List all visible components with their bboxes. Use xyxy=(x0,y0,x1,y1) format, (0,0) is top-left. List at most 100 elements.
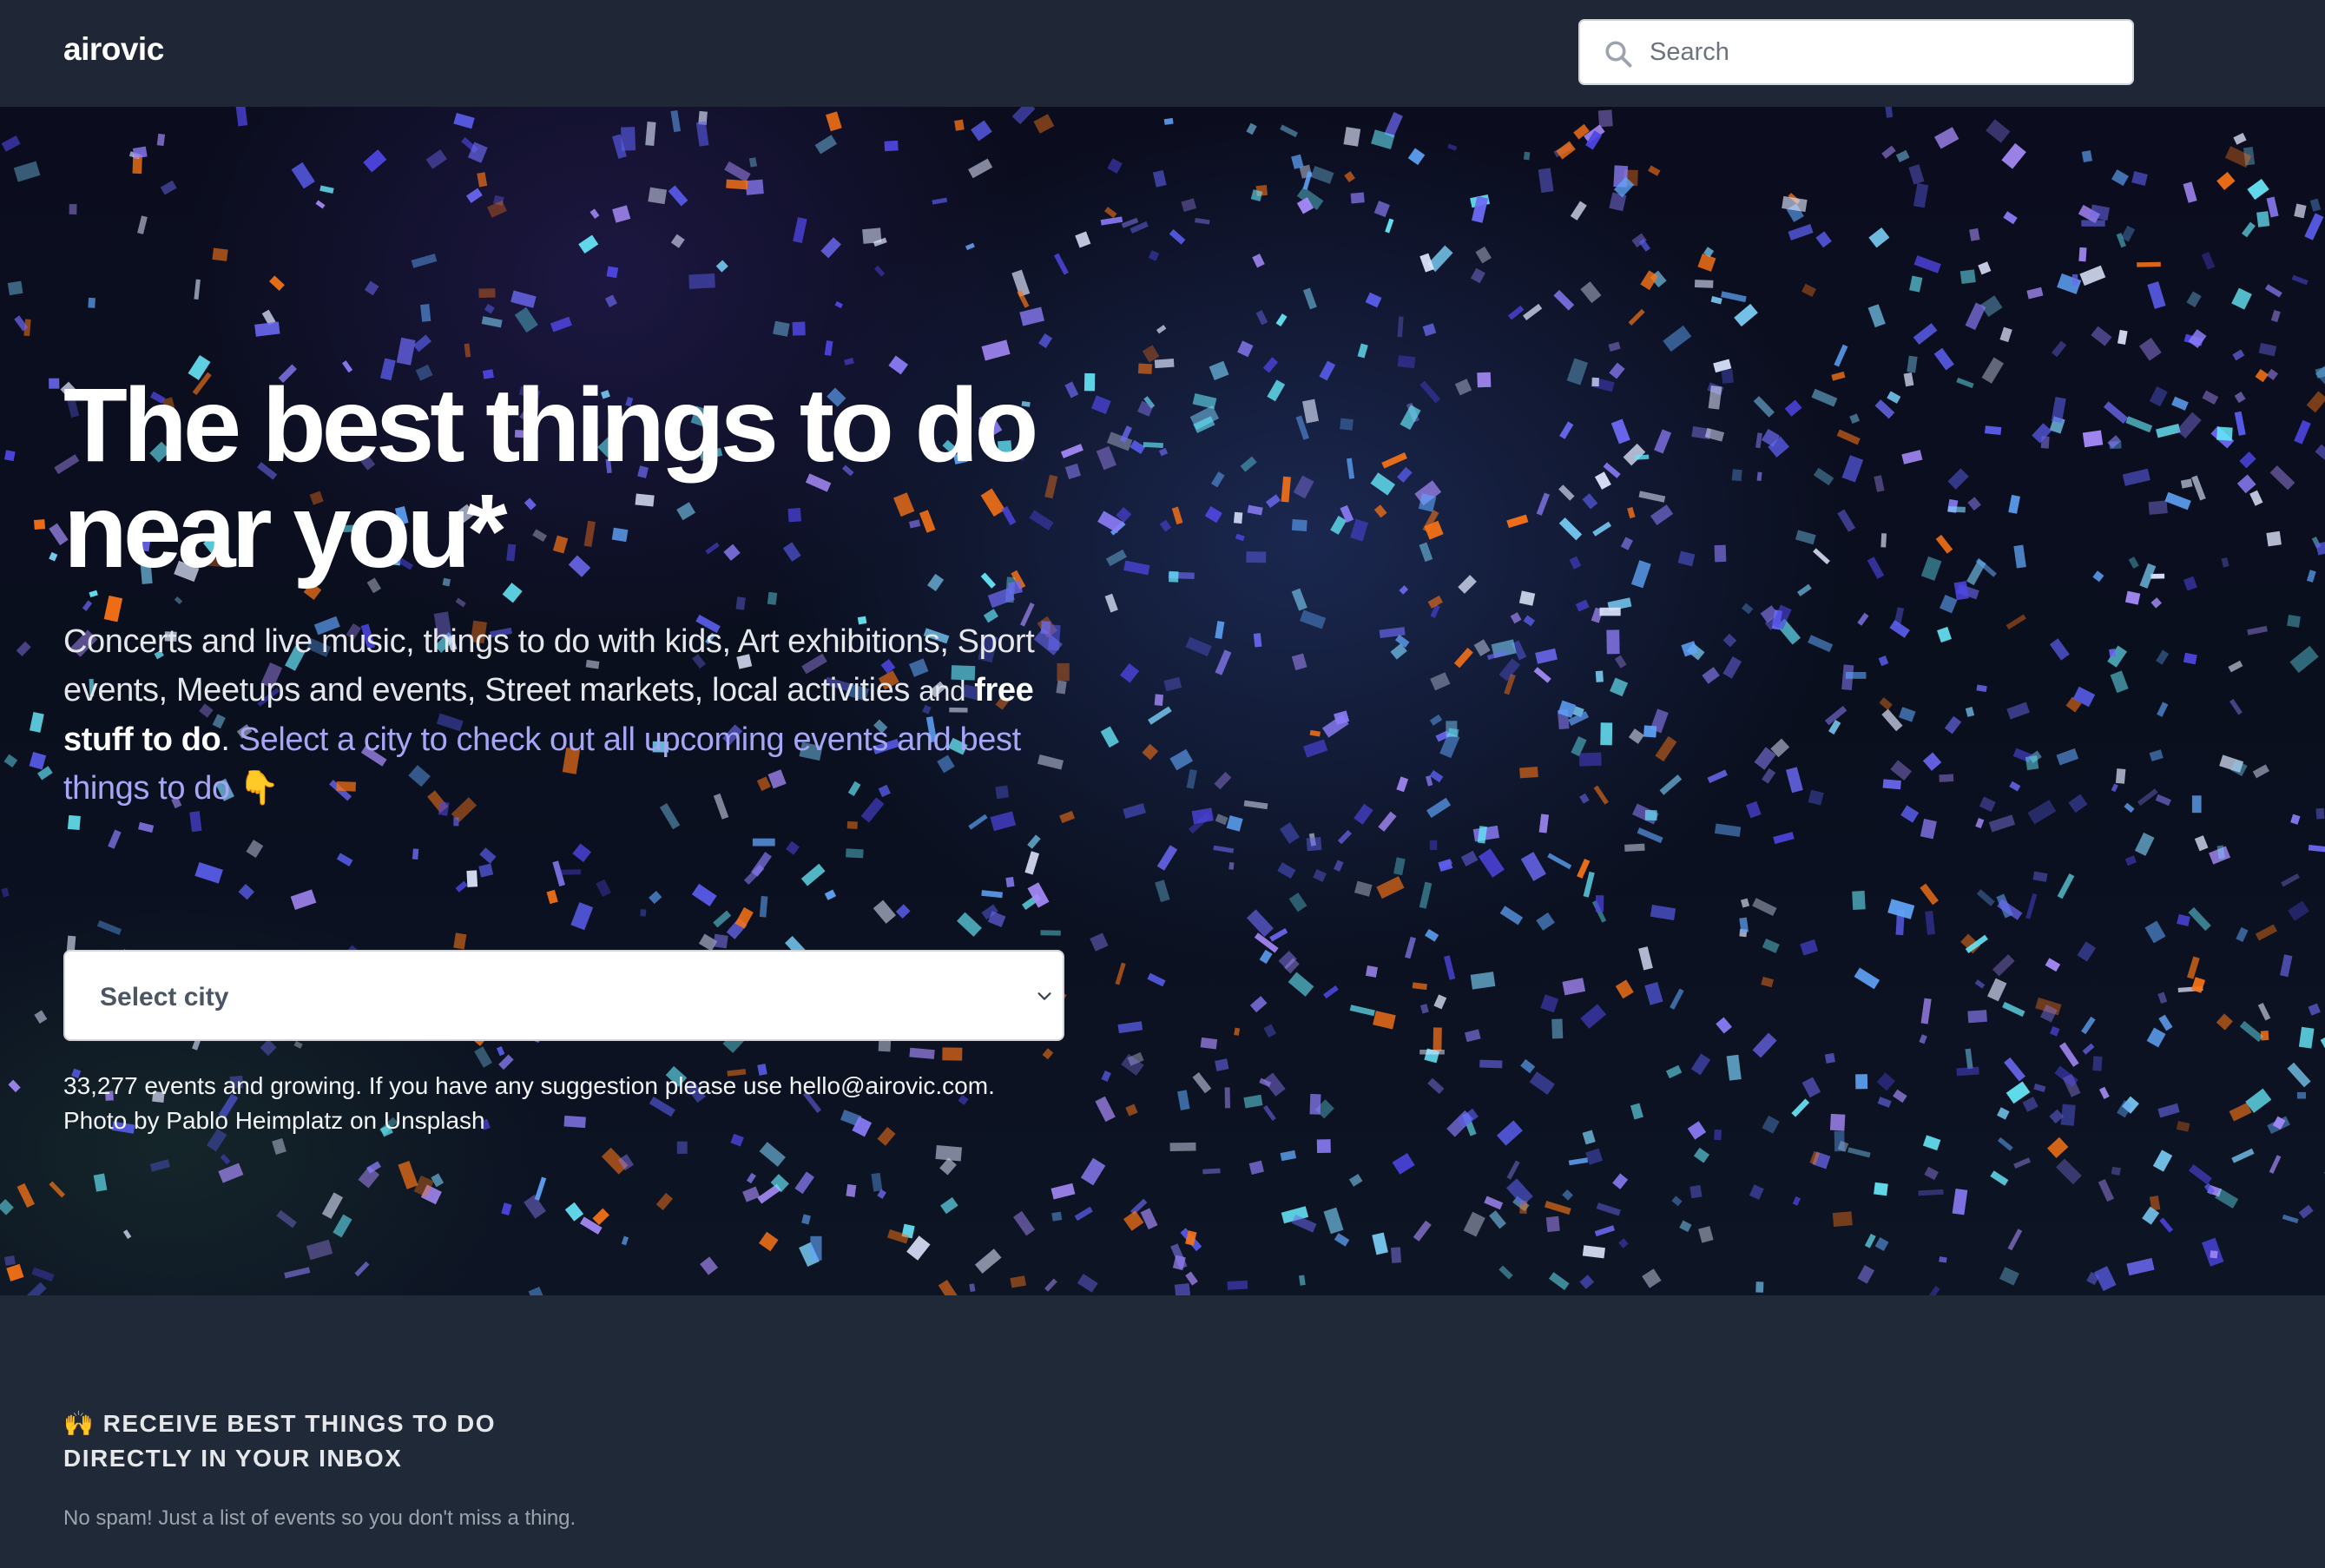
confetti-piece xyxy=(246,840,264,858)
confetti-piece xyxy=(1831,371,1846,381)
confetti-piece xyxy=(1568,1157,1589,1166)
confetti-piece xyxy=(820,237,841,259)
confetti-piece xyxy=(1890,760,1913,781)
confetti-piece xyxy=(1174,1282,1191,1295)
confetti-piece xyxy=(7,280,23,296)
photo-credit: Photo by Pablo Heimplatz on Unsplash xyxy=(63,1107,485,1134)
confetti-piece xyxy=(1,135,21,152)
confetti-piece xyxy=(1123,803,1146,819)
confetti-piece xyxy=(2047,1136,2069,1158)
confetti-piece xyxy=(2233,132,2247,145)
confetti-piece xyxy=(1597,109,1613,128)
confetti-piece xyxy=(561,869,582,875)
confetti-piece xyxy=(1722,633,1737,648)
confetti-piece xyxy=(1655,735,1677,762)
confetti-piece xyxy=(1570,201,1587,221)
confetti-piece xyxy=(2111,1166,2121,1176)
confetti-piece xyxy=(1419,881,1433,909)
confetti-piece xyxy=(1967,497,1981,511)
site-logo[interactable]: airovic xyxy=(63,31,164,68)
confetti-piece xyxy=(1659,774,1683,795)
confetti-piece xyxy=(465,188,483,203)
confetti-piece xyxy=(2147,281,2166,309)
confetti-piece xyxy=(2137,788,2158,807)
confetti-piece xyxy=(773,320,790,337)
confetti-piece xyxy=(2131,171,2148,187)
confetti-piece xyxy=(1430,672,1451,691)
confetti-piece xyxy=(2006,702,2030,720)
confetti-piece xyxy=(1011,107,1036,125)
confetti-piece xyxy=(1596,1202,1621,1216)
confetti-piece xyxy=(2231,287,2252,310)
confetti-piece xyxy=(649,891,662,905)
confetti-piece xyxy=(1784,399,1802,417)
confetti-piece xyxy=(1609,362,1625,379)
confetti-piece xyxy=(1755,432,1762,449)
confetti-piece xyxy=(1475,246,1492,264)
confetti-piece xyxy=(2051,397,2066,424)
confetti-piece xyxy=(2216,1013,2233,1031)
confetti-piece xyxy=(1169,748,1194,771)
confetti-piece xyxy=(1117,1021,1143,1034)
confetti-piece xyxy=(2191,475,2206,501)
confetti-piece xyxy=(2094,1266,2117,1292)
confetti-piece xyxy=(2013,1157,2032,1169)
confetti-piece xyxy=(89,590,98,598)
confetti-piece xyxy=(1808,635,1834,653)
confetti-piece xyxy=(2188,1163,2212,1185)
confetti-piece xyxy=(1224,1087,1231,1109)
confetti-piece xyxy=(2194,835,2209,852)
city-select-dropdown[interactable]: Select city xyxy=(63,950,1064,1041)
confetti-piece xyxy=(2249,490,2263,506)
confetti-piece xyxy=(735,596,746,610)
confetti-piece xyxy=(1918,1189,1944,1196)
confetti-piece xyxy=(1426,797,1452,819)
confetti-piece xyxy=(1427,1077,1445,1095)
confetti-piece xyxy=(2315,444,2325,460)
confetti-piece xyxy=(2149,749,2164,761)
confetti-piece xyxy=(1243,1094,1263,1109)
confetti-piece xyxy=(1038,333,1053,348)
confetti-piece xyxy=(1569,556,1582,570)
confetti-piece xyxy=(2280,954,2293,978)
confetti-piece xyxy=(1372,1232,1388,1255)
confetti-piece xyxy=(1376,876,1405,899)
confetti-piece xyxy=(2183,181,2197,203)
confetti-piece xyxy=(1140,1208,1158,1230)
confetti-piece xyxy=(1882,779,1901,790)
search-box[interactable] xyxy=(1578,19,2134,85)
confetti-piece xyxy=(69,204,77,215)
confetti-piece xyxy=(477,172,488,188)
confetti-piece xyxy=(2210,1250,2218,1259)
confetti-piece xyxy=(1663,325,1692,352)
confetti-piece xyxy=(2157,1103,2180,1118)
confetti-piece xyxy=(1107,158,1123,174)
confetti-piece xyxy=(1302,739,1328,758)
confetti-piece xyxy=(1346,458,1355,479)
confetti-piece xyxy=(2009,781,2021,792)
confetti-piece xyxy=(956,912,982,937)
confetti-piece xyxy=(655,1192,674,1211)
confetti-piece xyxy=(1753,396,1775,418)
confetti-piece xyxy=(1813,467,1834,486)
confetti-piece xyxy=(1393,857,1406,876)
confetti-piece xyxy=(1337,829,1352,845)
confetti-piece xyxy=(2081,1016,2096,1035)
search-input[interactable] xyxy=(1650,21,2118,83)
confetti-piece xyxy=(453,817,459,827)
confetti-piece xyxy=(293,1040,303,1049)
confetti-piece xyxy=(589,208,600,220)
confetti-piece xyxy=(640,909,647,917)
confetti-piece xyxy=(1714,1129,1722,1141)
confetti-piece xyxy=(149,1159,170,1172)
confetti-piece xyxy=(2183,652,2197,665)
confetti-piece xyxy=(2124,855,2137,866)
confetti-piece xyxy=(1978,261,1992,275)
confetti-piece xyxy=(1792,1196,1801,1206)
confetti-piece xyxy=(2291,274,2309,286)
confetti-piece xyxy=(478,863,494,878)
confetti-piece xyxy=(1192,392,1217,410)
confetti-piece xyxy=(1762,1115,1780,1134)
confetti-piece xyxy=(1694,280,1714,288)
confetti-piece xyxy=(1385,218,1394,234)
